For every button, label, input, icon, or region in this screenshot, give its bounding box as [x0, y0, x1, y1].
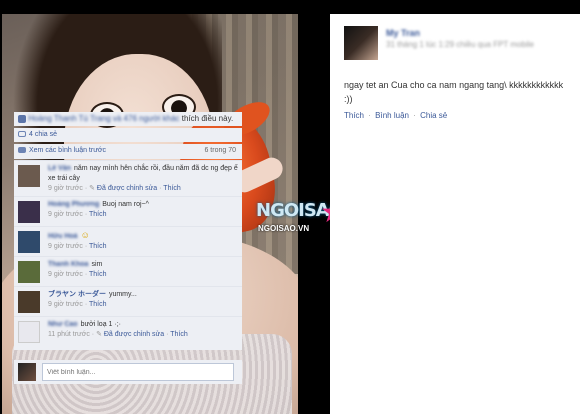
- comment-text: sim: [91, 261, 103, 268]
- avatar[interactable]: [18, 321, 40, 343]
- watermark-site: NGOISAO.VN: [258, 224, 310, 233]
- post-timestamp[interactable]: 31 tháng 1 lúc 1:29 chiều qua FPT mobile: [386, 40, 534, 49]
- like-link[interactable]: Thích: [163, 185, 181, 192]
- comment-meta: 9 giờ trước · ✎ Đã được chỉnh sửa · Thíc…: [48, 185, 181, 192]
- share-count[interactable]: 4 chia sẻ: [29, 131, 57, 138]
- comment-meta: 9 giờ trước · Thích: [48, 211, 107, 218]
- comment-icon: [18, 147, 26, 154]
- like-link[interactable]: Thích: [89, 243, 107, 250]
- avatar: [18, 363, 36, 381]
- comment-composer: [14, 360, 242, 384]
- comment-meta: 9 giờ trước · Thích: [48, 243, 107, 250]
- like-link[interactable]: Thích: [89, 211, 107, 218]
- post-panel: My Tran 31 tháng 1 lúc 1:29 chiều qua FP…: [330, 14, 580, 414]
- shares-summary[interactable]: 4 chia sẻ: [14, 128, 242, 142]
- separator: ·: [368, 111, 371, 120]
- smile-icon: ☺: [80, 230, 90, 240]
- commenter-name[interactable]: Hữu Hoà: [48, 233, 78, 240]
- comment-meta: 11 phút trước · ✎ Đã được chỉnh sửa · Th…: [48, 331, 188, 338]
- commenter-name[interactable]: Thanh Khoa: [48, 261, 88, 268]
- share-link[interactable]: Chia sẻ: [420, 111, 447, 120]
- commenter-name[interactable]: Như Cao: [48, 321, 78, 328]
- likers-names[interactable]: Hoàng Thanh Tú Trang và 476 người khác: [28, 114, 179, 123]
- commenter-name[interactable]: Hoàng Phương: [48, 201, 99, 208]
- list-item: Hoàng Phương Buoj nam roj~^ 9 giờ trước ·…: [14, 196, 242, 226]
- list-item: Hữu Hoà ☺ 9 giờ trước · Thích: [14, 226, 242, 256]
- comment-text: yummy...: [108, 291, 137, 298]
- separator: ·: [413, 111, 416, 120]
- list-item: Lê Văn năm nay mình hên chắc rồi, đầu năm…: [14, 160, 242, 196]
- comment-count: 6 trong 70: [204, 147, 236, 154]
- author-name[interactable]: My Tran: [386, 28, 420, 38]
- list-item: Thanh Khoa sim 9 giờ trước · Thích: [14, 256, 242, 286]
- comment-text: bưởi loạ 1 ·;·: [80, 321, 121, 328]
- pencil-icon: ✎: [96, 331, 104, 338]
- comment-text: Buoj nam roj~^: [102, 201, 149, 208]
- edited-label[interactable]: Đã được chỉnh sửa: [97, 185, 157, 192]
- commenter-name[interactable]: ブラヤン ホーダー: [48, 291, 106, 298]
- avatar[interactable]: [18, 231, 40, 253]
- like-link[interactable]: Thích: [170, 331, 188, 338]
- view-previous-comments-label[interactable]: Xem các bình luận trước: [29, 147, 106, 154]
- edited-label[interactable]: Đã được chỉnh sửa: [104, 331, 164, 338]
- list-item: ブラヤン ホーダー yummy... 9 giờ trước · Thích: [14, 286, 242, 316]
- post-actions: Thích · Bình luận · Chia sẻ: [344, 111, 449, 120]
- likes-summary: Hoàng Thanh Tú Trang và 476 người khác t…: [14, 112, 242, 126]
- avatar[interactable]: [18, 165, 40, 187]
- pencil-icon: ✎: [89, 185, 97, 192]
- view-previous-comments[interactable]: Xem các bình luận trước 6 trong 70: [14, 144, 242, 159]
- comment-link[interactable]: Bình luận: [375, 111, 409, 120]
- like-link[interactable]: Thích: [344, 111, 364, 120]
- avatar[interactable]: [344, 26, 378, 60]
- commenter-name[interactable]: Lê Văn: [48, 165, 71, 172]
- comment-text: năm nay mình hên chắc rồi, đầu năm đã dc…: [48, 165, 238, 182]
- like-link[interactable]: Thích: [89, 271, 107, 278]
- comment-meta: 9 giờ trước · Thích: [48, 301, 107, 308]
- comment-input[interactable]: [42, 363, 234, 381]
- likes-tail: thích điều này.: [181, 114, 234, 123]
- share-icon: [18, 131, 26, 138]
- comment-list: Lê Văn năm nay mình hên chắc rồi, đầu năm…: [14, 160, 242, 350]
- thumbs-up-icon: [18, 114, 26, 123]
- post-text: ngay tet an Cua cho ca nam ngang tang\ k…: [344, 80, 564, 104]
- list-item: Như Cao bưởi loạ 1 ·;· 11 phút trước · ✎ …: [14, 316, 242, 350]
- avatar[interactable]: [18, 201, 40, 223]
- avatar[interactable]: [18, 291, 40, 313]
- avatar[interactable]: [18, 261, 40, 283]
- like-link[interactable]: Thích: [89, 301, 107, 308]
- comment-meta: 9 giờ trước · Thích: [48, 271, 107, 278]
- post-author: My Tran 31 tháng 1 lúc 1:29 chiều qua FP…: [344, 26, 574, 62]
